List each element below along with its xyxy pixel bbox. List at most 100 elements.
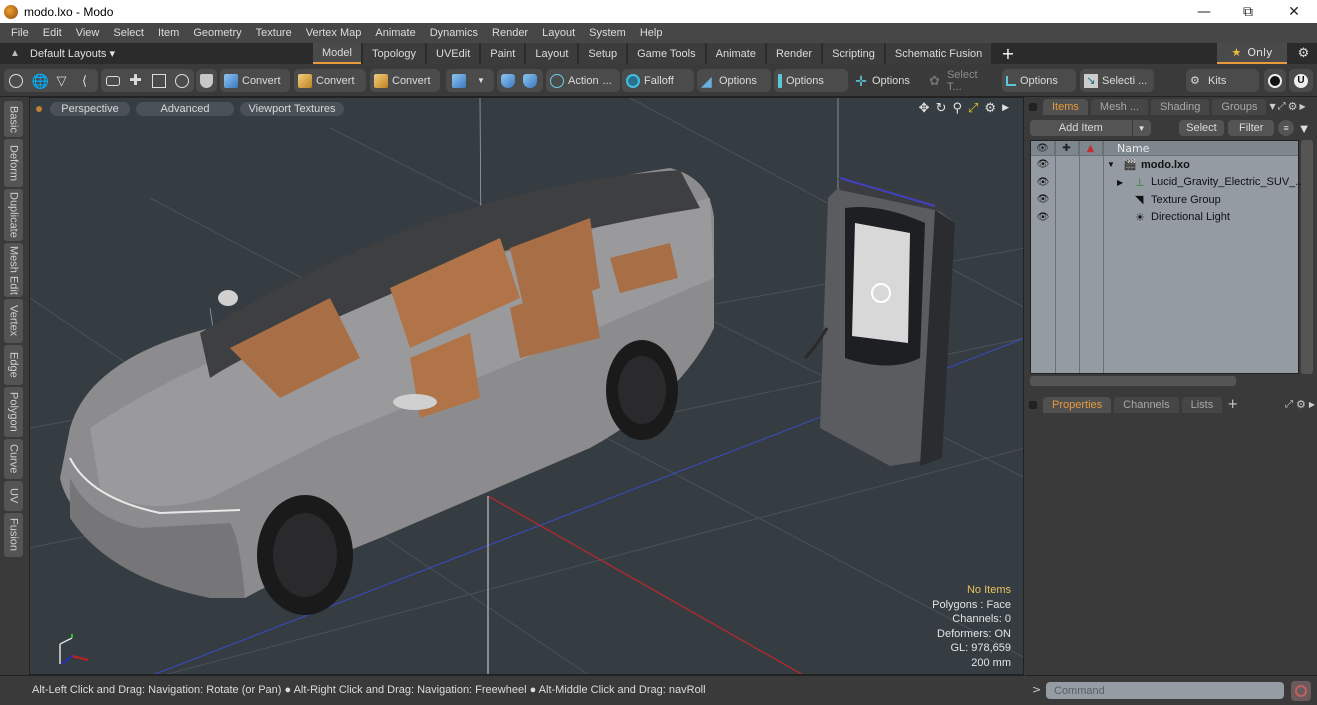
visibility-eye-icon[interactable]: 👁	[1031, 212, 1055, 223]
lock-column-icon[interactable]: ✚	[1055, 141, 1079, 155]
render-column-icon[interactable]: ▲	[1079, 141, 1103, 155]
action-center-button[interactable]: Action...	[546, 69, 620, 92]
polygons-mode-button[interactable]: ▽	[50, 69, 73, 92]
only-button[interactable]: ★ Only	[1217, 43, 1287, 64]
tree-horizontal-scrollbar[interactable]	[1030, 376, 1236, 386]
visibility-eye-icon[interactable]: 👁	[1031, 194, 1055, 205]
edges-mode-button[interactable]: 🌐	[27, 69, 50, 92]
tree-row-lucid-gravity[interactable]: 👁 ▶ ⊥ Lucid_Gravity_Electric_SUV_...	[1031, 174, 1305, 192]
tab-topology[interactable]: Topology	[362, 43, 426, 64]
zoom-magnifier-icon[interactable]: ⚲	[952, 101, 962, 116]
add-item-button[interactable]: Add Item	[1030, 120, 1132, 136]
options-button-4[interactable]: Options	[1002, 69, 1076, 92]
pan-move-icon[interactable]: ✥	[919, 101, 930, 116]
options-button-3[interactable]: ✛ Options	[850, 69, 922, 92]
shading-mode-dropdown[interactable]: Advanced	[136, 101, 234, 116]
viewport-gear-icon[interactable]: ⚙	[984, 101, 996, 116]
menu-view[interactable]: View	[69, 27, 107, 39]
unreal-button[interactable]: U	[1289, 69, 1313, 92]
selection-sets-button[interactable]: ↘ Selecti ...	[1080, 69, 1154, 92]
add-tab-button[interactable]: +	[1227, 397, 1238, 412]
tab-lists[interactable]: Lists	[1181, 397, 1223, 413]
tab-shading[interactable]: Shading	[1151, 99, 1210, 115]
panel-gear-icon[interactable]: ⚙	[1288, 100, 1298, 113]
tab-layout[interactable]: Layout	[526, 43, 578, 64]
options-button-2[interactable]: Options	[774, 69, 848, 92]
tree-vertical-scrollbar[interactable]	[1301, 140, 1313, 374]
tab-render[interactable]: Render	[766, 43, 822, 64]
name-column-header[interactable]: Name	[1103, 141, 1149, 155]
select-through-button[interactable]: ✿ Select T...	[925, 69, 999, 93]
tab-properties[interactable]: Properties	[1043, 397, 1112, 413]
falloff-button[interactable]: Falloff	[622, 69, 694, 92]
menu-animate[interactable]: Animate	[368, 27, 422, 39]
panel-more-arrow-icon[interactable]: ▶	[1300, 102, 1306, 111]
unity-button[interactable]	[1264, 69, 1286, 92]
panel-menu-icon[interactable]	[1029, 401, 1037, 409]
vertices-mode-button[interactable]	[4, 69, 27, 92]
convert-button-3[interactable]: Convert	[370, 69, 440, 92]
tabs-dropdown-icon[interactable]: ▼	[1269, 102, 1275, 111]
component-button[interactable]	[101, 69, 124, 92]
visibility-eye-icon[interactable]: 👁	[1031, 177, 1055, 188]
record-macro-button[interactable]	[1291, 681, 1311, 701]
list-options-icon[interactable]: ≡	[1278, 120, 1295, 136]
tab-uvedit[interactable]: UVEdit	[427, 43, 480, 64]
default-layouts-dropdown[interactable]: ▲ Default Layouts ▾	[0, 47, 115, 60]
viewport-textures-dropdown[interactable]: Viewport Textures	[240, 101, 344, 116]
tab-setup[interactable]: Setup	[579, 43, 627, 64]
shield-button[interactable]	[196, 69, 217, 92]
left-tab-mesh-edit[interactable]: Mesh Edit	[4, 243, 23, 297]
maximize-viewport-icon[interactable]: ⤢	[968, 101, 978, 116]
restore-button[interactable]: ⧉	[1225, 0, 1271, 23]
tab-mesh[interactable]: Mesh ...	[1090, 99, 1149, 115]
funnel-filter-icon[interactable]: ▼	[1296, 120, 1312, 136]
add-layout-tab-button[interactable]: +	[993, 43, 1022, 64]
menu-edit[interactable]: Edit	[36, 27, 69, 39]
tab-channels[interactable]: Channels	[1114, 397, 1179, 413]
visibility-eye-icon[interactable]: 👁	[1031, 159, 1055, 170]
left-tab-vertex[interactable]: Vertex	[4, 299, 23, 343]
rotate-icon[interactable]: ↻	[936, 101, 947, 116]
frame-button[interactable]	[147, 69, 170, 92]
tab-model[interactable]: Model	[313, 43, 361, 64]
left-tab-basic[interactable]: Basic	[4, 101, 23, 137]
collapse-triangle-icon[interactable]: ▶	[1117, 178, 1123, 187]
left-tab-polygon[interactable]: Polygon	[4, 387, 23, 437]
left-tab-edge[interactable]: Edge	[4, 345, 23, 385]
add-item-dropdown-chevron-icon[interactable]: ▼	[1132, 120, 1151, 136]
primitive-button[interactable]	[446, 69, 472, 92]
tab-animate[interactable]: Animate	[706, 43, 765, 64]
menu-vertex-map[interactable]: Vertex Map	[299, 27, 369, 39]
menu-texture[interactable]: Texture	[249, 27, 299, 39]
panel-gear-icon[interactable]: ⚙	[1296, 398, 1306, 411]
layout-settings-gear-icon[interactable]: ⚙	[1290, 43, 1317, 64]
menu-render[interactable]: Render	[485, 27, 535, 39]
tab-schematic-fusion[interactable]: Schematic Fusion	[885, 43, 992, 64]
menu-dynamics[interactable]: Dynamics	[423, 27, 485, 39]
snapping-button[interactable]	[519, 69, 541, 92]
uv-button[interactable]: ✚	[124, 69, 147, 92]
tree-row-modo-lxo[interactable]: 👁 ▼ 🎬 modo.lxo	[1031, 156, 1298, 174]
layout-switch-icon[interactable]: ▲	[0, 48, 30, 59]
menu-select[interactable]: Select	[106, 27, 151, 39]
expand-panel-icon[interactable]: ⤢	[1285, 399, 1293, 410]
primitive-dropdown[interactable]: ▼	[446, 69, 494, 92]
kits-button[interactable]: ⚙ Kits	[1186, 69, 1259, 92]
tab-items[interactable]: Items	[1043, 99, 1088, 115]
left-tab-deform[interactable]: Deform	[4, 139, 23, 187]
convert-button-1[interactable]: Convert	[220, 69, 290, 92]
tab-groups[interactable]: Groups	[1212, 99, 1267, 115]
menu-file[interactable]: File	[4, 27, 36, 39]
menu-system[interactable]: System	[582, 27, 633, 39]
panel-more-arrow-icon[interactable]: ▶	[1309, 400, 1315, 409]
expand-panel-icon[interactable]: ⤢	[1278, 101, 1286, 112]
menu-item[interactable]: Item	[151, 27, 186, 39]
left-tab-curve[interactable]: Curve	[4, 439, 23, 479]
left-tab-duplicate[interactable]: Duplicate	[4, 189, 23, 241]
3d-viewport[interactable]: Perspective Advanced Viewport Textures ✥…	[29, 97, 1024, 675]
left-tab-fusion[interactable]: Fusion	[4, 513, 23, 557]
panel-menu-icon[interactable]	[1029, 103, 1037, 111]
command-input[interactable]	[1046, 682, 1284, 699]
tree-row-directional-light[interactable]: 👁 ☀ Directional Light	[1031, 209, 1298, 227]
